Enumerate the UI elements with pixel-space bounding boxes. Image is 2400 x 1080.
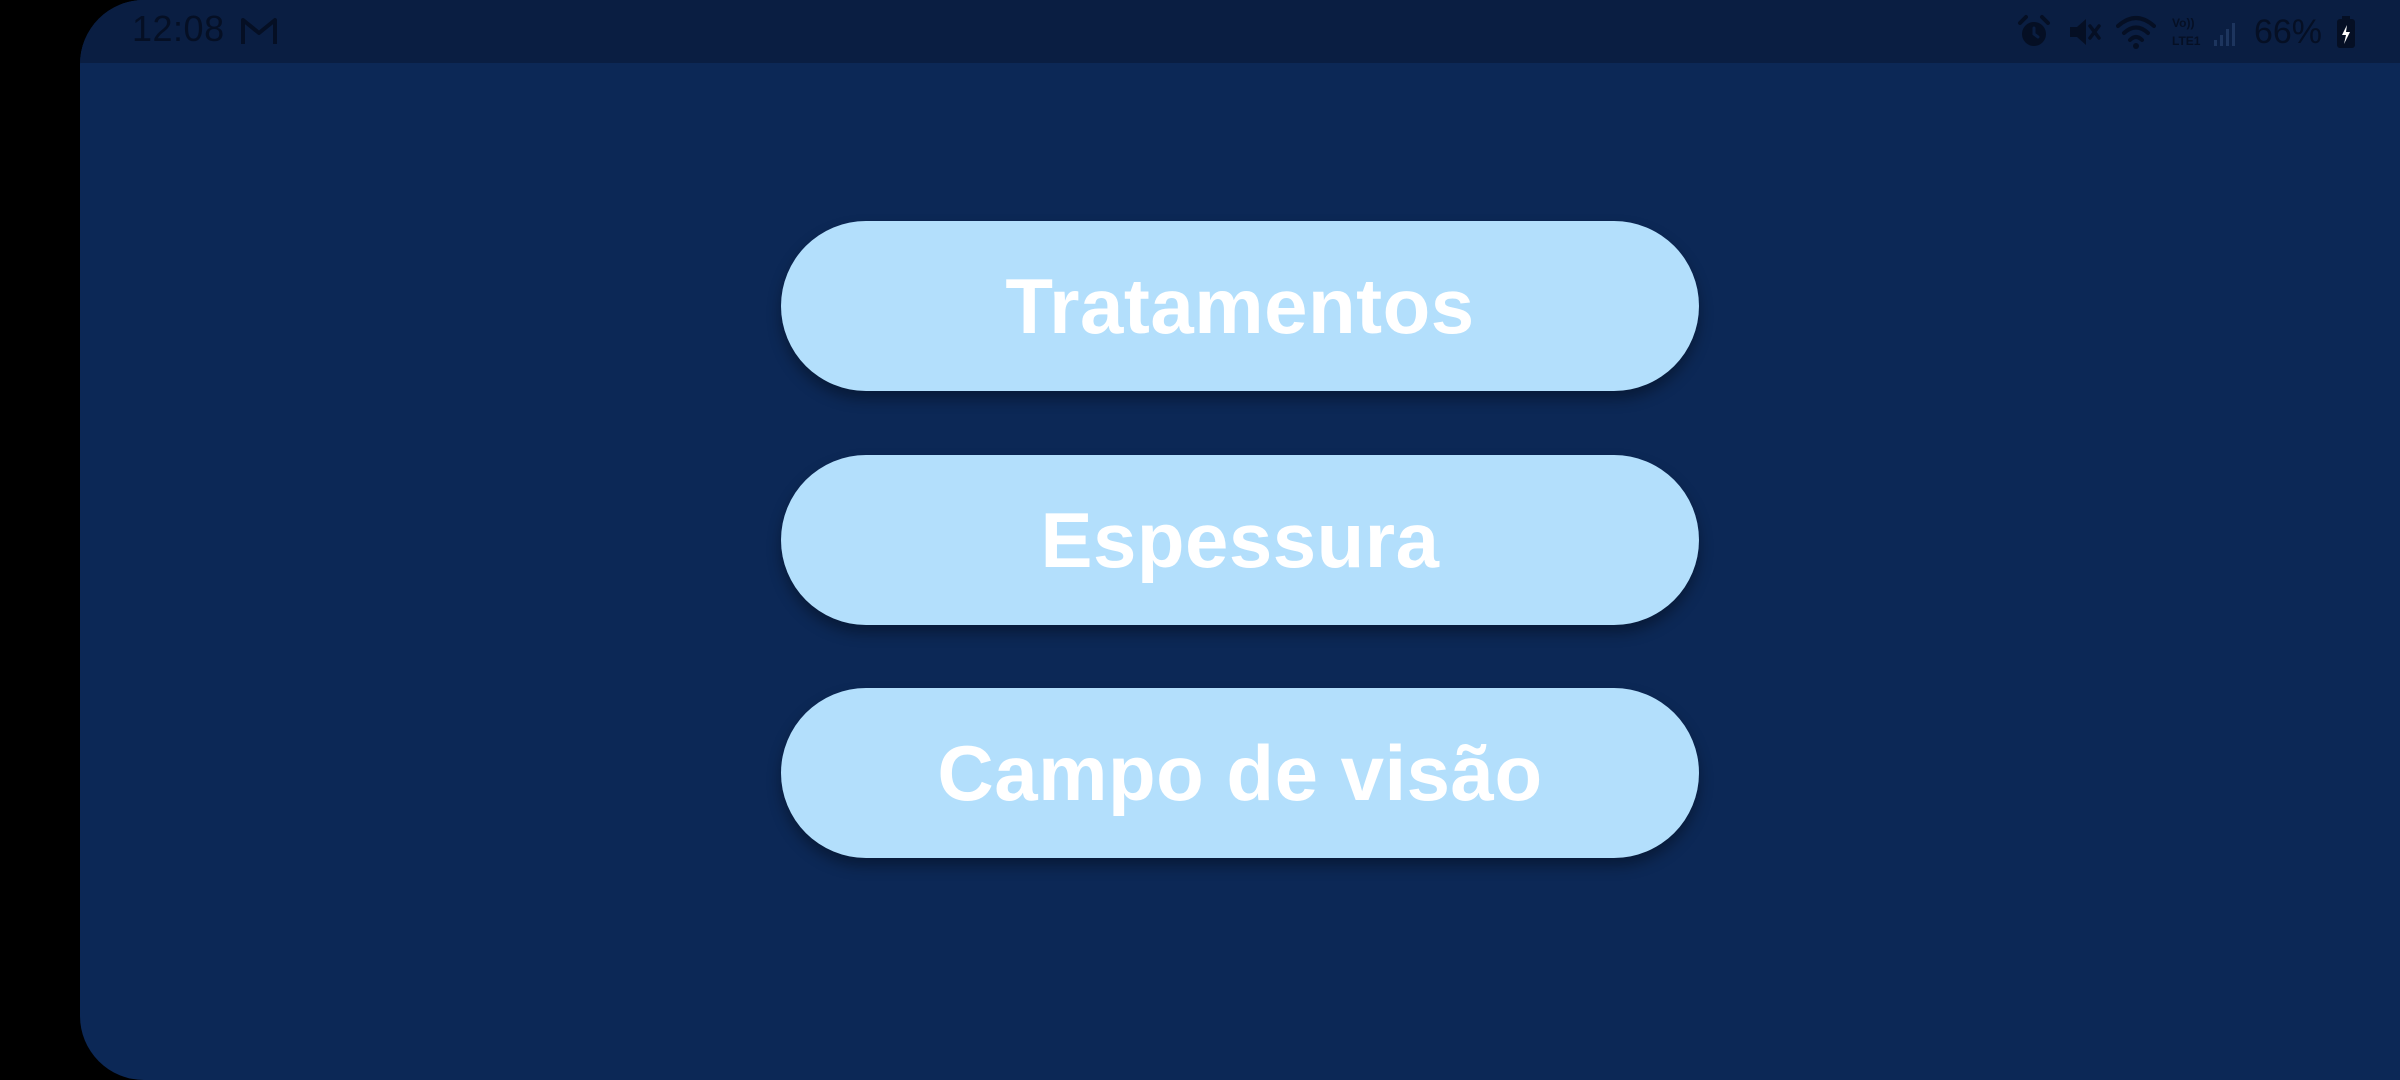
espessura-button[interactable]: Espessura: [781, 455, 1699, 625]
battery-icon: [2337, 16, 2355, 48]
svg-text:LTE1: LTE1: [2172, 34, 2201, 48]
tratamentos-button[interactable]: Tratamentos: [781, 221, 1699, 391]
alarm-icon: [2017, 15, 2050, 46]
campo-de-visao-button-label: Campo de visão: [937, 728, 1543, 817]
gmail-icon: [241, 18, 277, 44]
status-icons: Vo)) LTE1 66%: [2016, 8, 2356, 56]
status-bar: 12:08 Vo)) LTE1 66%: [80, 0, 2400, 63]
svg-text:Vo)): Vo)): [2172, 16, 2194, 30]
espessura-button-label: Espessura: [1040, 495, 1440, 584]
app-screen: 12:08 Vo)) LTE1 66% Tratamentos Espessur…: [80, 0, 2400, 1080]
mute-icon: [2069, 19, 2101, 45]
status-time: 12:08: [132, 8, 225, 49]
campo-de-visao-button[interactable]: Campo de visão: [781, 688, 1699, 858]
volte-signal-icon: Vo)) LTE1: [2172, 16, 2235, 48]
battery-percent: 66%: [2253, 12, 2322, 51]
tratamentos-button-label: Tratamentos: [1005, 261, 1475, 350]
wifi-icon: [2115, 16, 2156, 49]
